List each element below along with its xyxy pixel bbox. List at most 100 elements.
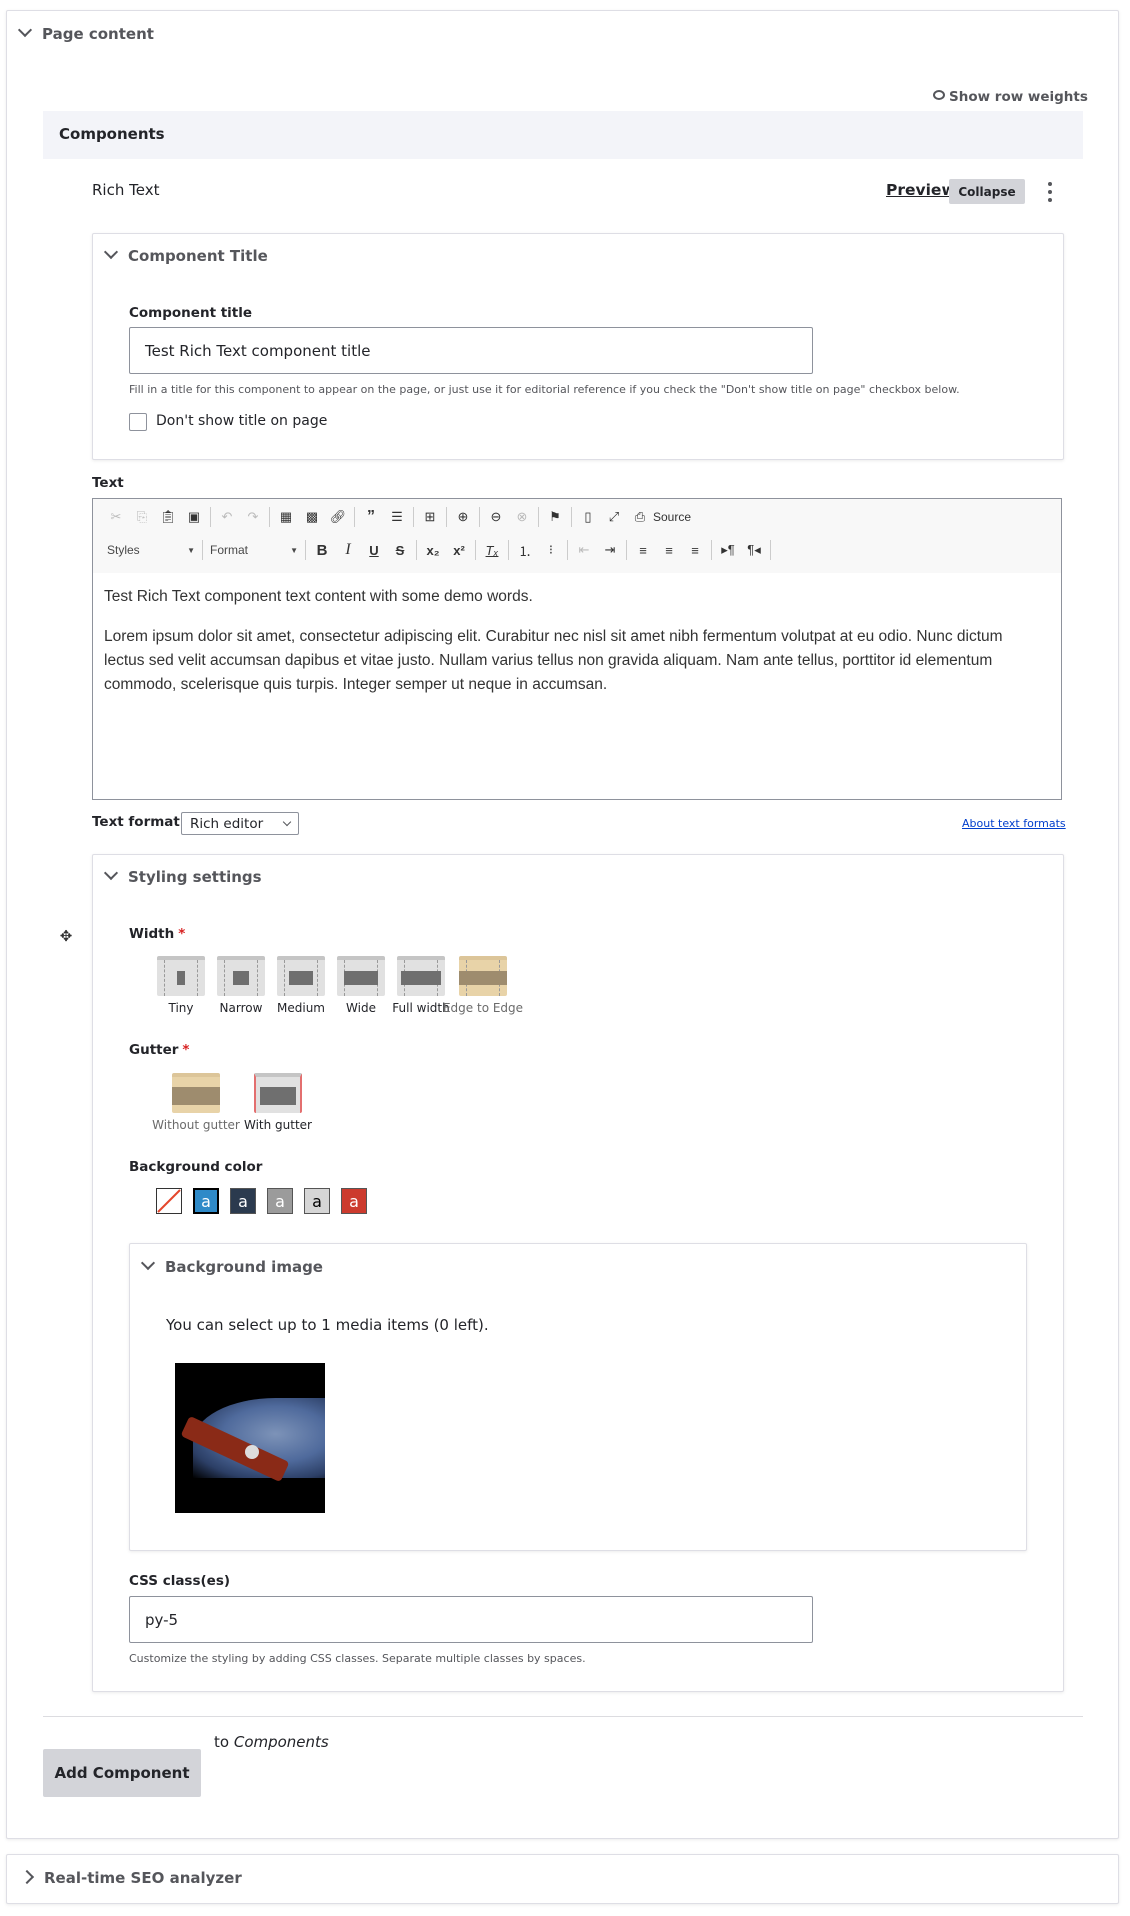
bold-icon[interactable]: B: [309, 539, 335, 561]
page-content-toggle[interactable]: Page content: [17, 22, 154, 43]
swatch-glyph: a: [275, 1191, 285, 1211]
width-option[interactable]: Full width: [392, 956, 450, 1015]
bg-color-swatch-red[interactable]: a: [341, 1188, 367, 1214]
align-right-icon[interactable]: ≡: [682, 539, 708, 561]
blockquote-icon[interactable]: ”: [358, 506, 384, 528]
text-format-select[interactable]: Rich editor: [181, 812, 299, 835]
anchor-add-icon[interactable]: ⊕: [450, 506, 476, 528]
add-component-button[interactable]: Add Component: [43, 1749, 201, 1797]
bg-color-swatch-light-gray[interactable]: a: [304, 1188, 330, 1214]
width-edge-to-edge-icon: [459, 956, 507, 996]
indent-icon[interactable]: ⇥: [597, 539, 623, 561]
bg-color-swatch-blue[interactable]: a: [193, 1188, 219, 1214]
anchor-icon[interactable]: ⊖: [483, 506, 509, 528]
align-left-icon[interactable]: ≡: [630, 539, 656, 561]
gutter-without-icon: [172, 1073, 220, 1113]
underline-icon[interactable]: U: [361, 539, 387, 561]
numbered-list-icon[interactable]: ⒈: [512, 539, 538, 561]
show-blocks-icon[interactable]: ▯: [575, 506, 601, 528]
paste-icon[interactable]: 📋︎: [155, 506, 181, 528]
remove-anchor-icon[interactable]: ⊗: [509, 506, 535, 528]
width-option-label: Tiny: [168, 1001, 194, 1015]
source-button[interactable]: Source: [653, 510, 691, 524]
more-actions-icon[interactable]: [1047, 182, 1053, 202]
maximize-icon[interactable]: ⤢: [601, 506, 627, 528]
bulleted-list-icon[interactable]: ⁝: [538, 539, 564, 561]
width-option[interactable]: Wide: [335, 956, 387, 1015]
component-type-label: Rich Text: [92, 181, 160, 199]
background-color-label: Background color: [129, 1159, 263, 1175]
width-narrow-icon: [217, 956, 265, 996]
width-full-width-icon: [397, 956, 445, 996]
link-icon[interactable]: 🔗︎: [325, 506, 351, 528]
components-header: Components: [43, 111, 1083, 159]
to-components-text: to Components: [214, 1733, 329, 1751]
text-format-label: Text format: [92, 814, 180, 830]
flag-icon[interactable]: ⚑: [542, 506, 568, 528]
chevron-down-icon: [103, 865, 119, 881]
chevron-right-icon: [19, 1869, 35, 1885]
superscript-icon[interactable]: x²: [446, 539, 472, 561]
remove-format-icon[interactable]: Tₓ: [479, 539, 505, 561]
components-heading: Components: [59, 125, 165, 143]
bg-color-swatch-dark-navy[interactable]: a: [230, 1188, 256, 1214]
required-marker: *: [178, 926, 186, 942]
styling-settings-toggle[interactable]: Styling settings: [103, 865, 262, 886]
styles-dropdown[interactable]: Styles ▼: [103, 539, 199, 561]
caret-down-icon: ▼: [290, 545, 298, 555]
width-option[interactable]: Edge to Edge: [443, 956, 523, 1015]
format-dropdown[interactable]: Format ▼: [206, 539, 302, 561]
outdent-icon[interactable]: ⇤: [571, 539, 597, 561]
align-center-icon[interactable]: ≡: [656, 539, 682, 561]
strikethrough-icon[interactable]: S: [387, 539, 413, 561]
component-title-help: Fill in a title for this component to ap…: [129, 383, 960, 396]
show-row-weights-button[interactable]: Show row weights: [933, 89, 1088, 105]
width-option[interactable]: Medium: [275, 956, 327, 1015]
width-label: Width *: [129, 926, 186, 942]
preview-link[interactable]: Preview: [886, 181, 956, 199]
chevron-down-icon: [140, 1255, 156, 1271]
swatch-glyph: a: [238, 1191, 248, 1211]
width-option[interactable]: Tiny: [155, 956, 207, 1015]
component-title-toggle[interactable]: Component Title: [103, 244, 268, 265]
paste-from-word-icon[interactable]: ▣: [181, 506, 207, 528]
chevron-down-icon: [282, 817, 292, 826]
width-medium-icon: [277, 956, 325, 996]
background-image-thumbnail[interactable]: [175, 1363, 325, 1513]
collapse-button[interactable]: Collapse: [949, 179, 1025, 204]
background-image-toggle[interactable]: Background image: [140, 1255, 323, 1276]
undo-icon[interactable]: ↶: [214, 506, 240, 528]
italic-icon[interactable]: I: [335, 539, 361, 561]
table-icon[interactable]: ⊞: [417, 506, 443, 528]
ltr-icon[interactable]: ▸¶: [715, 539, 741, 561]
about-text-formats-link[interactable]: About text formats: [962, 817, 1066, 830]
horizontal-rule-icon[interactable]: ☰: [384, 506, 410, 528]
editor-toolbar: ✂ ⎘ 📋︎ ▣ ↶ ↷ ▦ ▩ 🔗︎ ” ☰ ⊞ ⊕ ⊖ ⊗ ⚑ ▯ ⤢ ⎙ …: [93, 499, 1061, 573]
source-icon[interactable]: ⎙: [627, 506, 653, 528]
bg-color-swatch-none[interactable]: [156, 1188, 182, 1214]
chevron-down-icon: [103, 244, 119, 260]
copy-icon[interactable]: ⎘: [129, 506, 155, 528]
dont-show-title-label[interactable]: Don't show title on page: [156, 413, 327, 429]
swatch-glyph: a: [312, 1191, 322, 1211]
drag-handle-icon[interactable]: ✥: [58, 928, 74, 944]
dont-show-title-checkbox[interactable]: [129, 413, 147, 431]
cut-icon[interactable]: ✂: [103, 506, 129, 528]
bg-color-swatch-gray[interactable]: a: [267, 1188, 293, 1214]
component-title-input[interactable]: Test Rich Text component title: [129, 327, 813, 374]
css-classes-input[interactable]: py-5: [129, 1596, 813, 1643]
width-option-label: Edge to Edge: [442, 1001, 524, 1015]
editor-content[interactable]: Test Rich Text component text content wi…: [104, 585, 1047, 713]
astronaut-image: [245, 1445, 259, 1459]
redo-icon[interactable]: ↷: [240, 506, 266, 528]
insert-media-icon[interactable]: ▦: [273, 506, 299, 528]
media-gallery-icon[interactable]: ▩: [299, 506, 325, 528]
subscript-icon[interactable]: x₂: [420, 539, 446, 561]
gutter-option-with[interactable]: With gutter: [238, 1073, 318, 1132]
css-classes-label: CSS class(es): [129, 1573, 231, 1589]
rtl-icon[interactable]: ¶◂: [741, 539, 767, 561]
width-option[interactable]: Narrow: [215, 956, 267, 1015]
seo-analyzer-toggle[interactable]: Real-time SEO analyzer: [19, 1869, 242, 1887]
component-title-label: Component title: [129, 305, 253, 321]
gutter-option-without[interactable]: Without gutter: [152, 1073, 240, 1132]
